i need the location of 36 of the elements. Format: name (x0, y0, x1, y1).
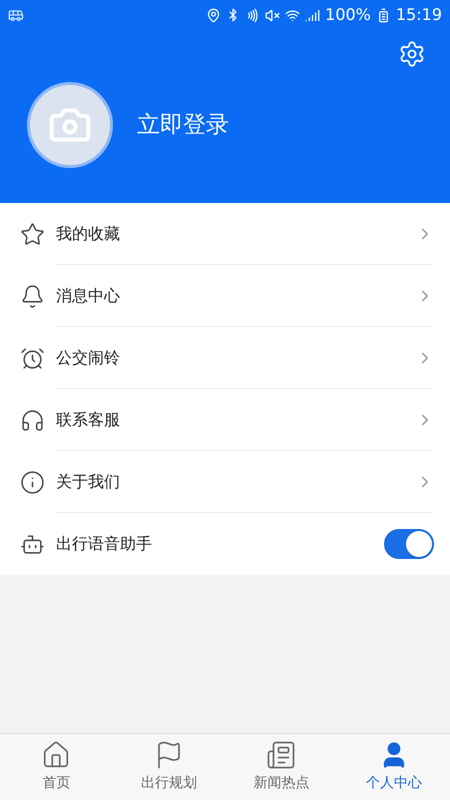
tab-label: 新闻热点 (253, 774, 310, 793)
tab-label: 首页 (42, 774, 70, 793)
tab-label: 出行规划 (140, 774, 197, 793)
info-icon (20, 470, 45, 494)
bell-icon (20, 284, 45, 308)
nfc-icon (245, 8, 260, 22)
menu-row[interactable]: 公交闹铃 (0, 327, 450, 389)
menu-row[interactable]: 我的收藏 (0, 203, 450, 265)
nav-tab[interactable]: 新闻热点 (225, 734, 338, 800)
nav-tab[interactable]: 个人中心 (338, 734, 450, 800)
star-icon (20, 222, 45, 246)
nav-tab[interactable]: 首页 (0, 734, 112, 800)
voice-toggle[interactable] (384, 529, 434, 559)
headset-icon (20, 408, 45, 432)
menu-label: 出行语音助手 (56, 533, 153, 555)
menu-row[interactable]: 关于我们 (0, 451, 450, 513)
wifi-icon (285, 8, 300, 22)
menu-label: 关于我们 (56, 470, 121, 492)
battery-percent: 100% (325, 4, 371, 26)
login-link[interactable]: 立即登录 (137, 108, 229, 142)
tab-label: 个人中心 (366, 774, 422, 793)
clock: 15:19 (396, 4, 442, 26)
settings-icon[interactable] (398, 40, 426, 68)
menu-label: 联系客服 (56, 408, 121, 430)
menu-row[interactable]: 消息中心 (0, 265, 450, 327)
menu-row[interactable]: 联系客服 (0, 389, 450, 451)
signal-icon (305, 8, 320, 22)
menu-label: 我的收藏 (56, 222, 121, 244)
newspaper-icon (266, 740, 296, 770)
mute-icon (265, 8, 280, 22)
menu-label: 公交闹铃 (56, 346, 121, 368)
nav-tab[interactable]: 出行规划 (112, 734, 225, 800)
menu-row[interactable]: 出行语音助手 (0, 513, 450, 575)
alarm-clock-icon (20, 346, 45, 370)
location-icon (206, 8, 222, 22)
menu-label: 消息中心 (56, 284, 121, 306)
